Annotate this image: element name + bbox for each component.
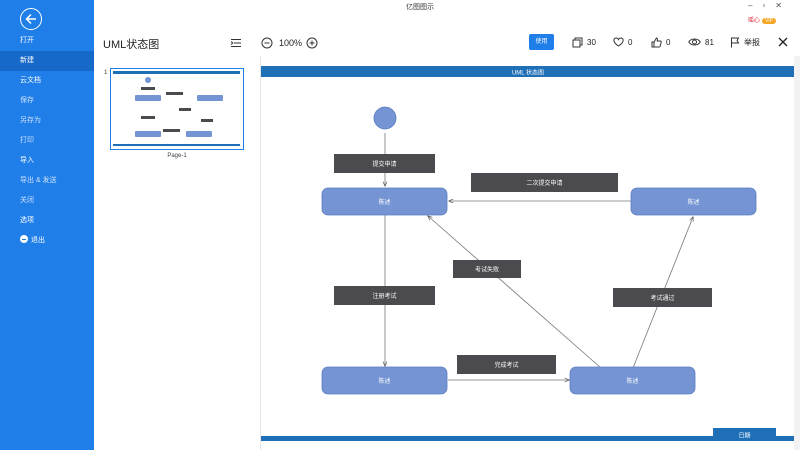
menu-item-cloud-docs[interactable]: 云文档 (0, 71, 94, 91)
transition-label-box[interactable]: 提交申请 (334, 154, 435, 173)
eye-icon (688, 38, 701, 46)
collapse-panel-icon[interactable] (230, 38, 242, 48)
state-label: 陈述 (378, 377, 390, 385)
page-thumbnail[interactable] (110, 68, 244, 150)
state-label: 陈述 (626, 377, 638, 385)
zoom-in-icon[interactable] (306, 37, 318, 49)
document-title: UML状态图 (103, 39, 160, 51)
transition-label: 二次提交申请 (526, 179, 562, 187)
views-stat: 81 (688, 37, 714, 47)
state-node[interactable]: 陈述 (569, 366, 696, 395)
menu-item-label: 打印 (20, 137, 34, 144)
menu-item-label: 保存 (20, 97, 34, 104)
transition-label-box[interactable]: 考试失败 (453, 260, 521, 278)
state-node[interactable]: 陈述 (321, 366, 448, 395)
menu-item-save[interactable]: 保存 (0, 91, 94, 111)
app-window: 打开 新建 云文档 保存 另存为 打印 导入 导出 & 发送 关闭 选项 退出 … (0, 0, 800, 450)
menu-item-open[interactable]: 打开 (0, 31, 94, 51)
menu-item-exit[interactable]: 退出 (0, 231, 94, 251)
zoom-out-icon[interactable] (261, 37, 273, 49)
transition-label-box[interactable]: 考试通过 (613, 288, 712, 307)
page-name: Page-1 (167, 153, 187, 159)
copy-icon (572, 37, 583, 48)
transition-label: 提交申请 (372, 160, 396, 168)
menu-item-import[interactable]: 导入 (0, 151, 94, 171)
user-name: 瑶心 (747, 18, 760, 24)
back-button[interactable] (20, 8, 42, 30)
menu-item-label: 打开 (20, 37, 34, 44)
likes-count: 0 (666, 38, 671, 47)
page-thumbnail-preview (113, 71, 240, 146)
menu-item-new[interactable]: 新建 (0, 51, 94, 71)
window-title: 亿图图示 (406, 4, 434, 11)
diagram-canvas[interactable]: UML 状态图 陈述 陈述 陈述 陈述 提交申请 二次提交申请 考试失败 注册考… (260, 56, 800, 450)
menu-item-label: 关闭 (20, 197, 34, 204)
transition-label: 考试通过 (650, 294, 674, 302)
state-label: 陈述 (687, 198, 699, 206)
likes-stat[interactable]: 0 (651, 37, 670, 48)
copies-count: 30 (587, 38, 596, 47)
page-number: 1 (104, 70, 108, 76)
menu-item-label: 另存为 (20, 117, 41, 124)
diagram-header-text: UML 状态图 (512, 68, 544, 76)
close-icon[interactable] (778, 37, 788, 47)
use-template-button[interactable]: 使用 (529, 34, 554, 50)
transition-line (428, 216, 602, 369)
menu-item-label: 退出 (31, 237, 45, 244)
transition-label-box[interactable]: 注册考试 (334, 286, 435, 305)
uml-state-diagram[interactable]: UML 状态图 陈述 陈述 陈述 陈述 提交申请 二次提交申请 考试失败 注册考… (261, 56, 800, 450)
menu-item-print[interactable]: 打印 (0, 131, 94, 151)
state-label: 陈述 (378, 198, 390, 206)
title-bar: 亿图图示 –▫✕ (94, 0, 800, 14)
transition-label: 注册考试 (372, 292, 396, 300)
menu-item-label: 导入 (20, 157, 34, 164)
file-menu-sidebar: 打开 新建 云文档 保存 另存为 打印 导入 导出 & 发送 关闭 选项 退出 (0, 0, 94, 450)
menu-item-label: 云文档 (20, 77, 41, 84)
date-field-label: 日期 (738, 432, 750, 440)
canvas-vertical-scrollbar[interactable] (794, 56, 800, 450)
exit-icon (20, 235, 28, 243)
menu-item-label: 导出 & 发送 (20, 177, 57, 184)
heart-icon (613, 37, 624, 47)
transition-label: 完成考试 (494, 361, 518, 369)
favorites-stat[interactable]: 0 (613, 37, 632, 47)
flag-icon (731, 37, 740, 48)
menu-item-export-send[interactable]: 导出 & 发送 (0, 171, 94, 191)
state-node[interactable]: 陈述 (321, 187, 448, 216)
minimize-icon[interactable]: – (748, 1, 762, 10)
thumbs-up-icon (651, 37, 662, 48)
copies-stat[interactable]: 30 (572, 37, 596, 48)
initial-state-node[interactable] (373, 106, 397, 130)
transition-label-box[interactable]: 完成考试 (457, 355, 556, 374)
transition-label-box[interactable]: 二次提交申请 (471, 173, 618, 192)
zoom-level: 100% (279, 38, 303, 48)
user-account[interactable]: 瑶心 VIP (748, 15, 776, 24)
menu-item-close[interactable]: 关闭 (0, 191, 94, 211)
window-controls: –▫✕ (748, 1, 792, 10)
menu-item-label: 新建 (20, 57, 34, 64)
menu-item-save-as[interactable]: 另存为 (0, 111, 94, 131)
report-button[interactable]: 举报 (730, 37, 760, 48)
arrow-left-icon (25, 13, 36, 25)
report-label: 举报 (744, 38, 760, 47)
menu-item-options[interactable]: 选项 (0, 211, 94, 231)
close-window-icon[interactable]: ✕ (775, 1, 792, 10)
menu-item-label: 选项 (20, 217, 34, 224)
file-menu: 打开 新建 云文档 保存 另存为 打印 导入 导出 & 发送 关闭 选项 退出 (0, 31, 94, 251)
views-count: 81 (705, 37, 714, 47)
favorites-count: 0 (628, 37, 633, 47)
transition-label: 考试失败 (475, 266, 499, 274)
state-node[interactable]: 陈述 (630, 187, 757, 216)
restore-icon[interactable]: ▫ (762, 1, 775, 10)
vip-badge: VIP (761, 18, 776, 24)
